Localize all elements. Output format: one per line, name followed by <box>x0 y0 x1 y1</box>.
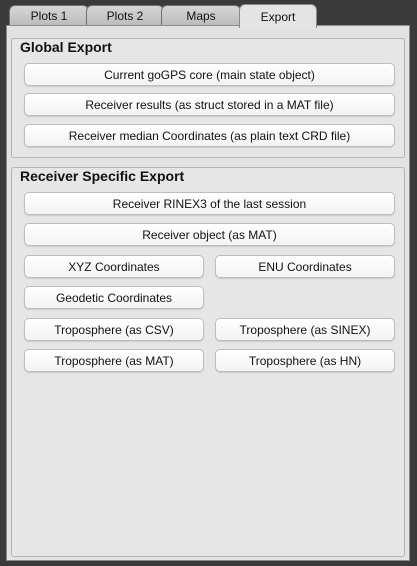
export-rinex3-button[interactable]: Receiver RINEX3 of the last session <box>24 192 395 215</box>
export-enu-button[interactable]: ENU Coordinates <box>215 255 395 278</box>
export-panel: Global Export Current goGPS core (main s… <box>6 25 410 561</box>
export-xyz-button[interactable]: XYZ Coordinates <box>24 255 204 278</box>
export-median-coordinates-button[interactable]: Receiver median Coordinates (as plain te… <box>24 124 395 147</box>
export-tropo-sinex-button[interactable]: Troposphere (as SINEX) <box>215 318 395 341</box>
export-gogps-core-button[interactable]: Current goGPS core (main state object) <box>24 63 395 86</box>
receiver-export-group: Receiver Specific Export Receiver RINEX3… <box>11 167 405 557</box>
global-export-title: Global Export <box>20 39 112 55</box>
tab-plots-2[interactable]: Plots 2 <box>86 5 164 25</box>
export-receiver-results-button[interactable]: Receiver results (as struct stored in a … <box>24 93 395 116</box>
export-tropo-hn-button[interactable]: Troposphere (as HN) <box>215 349 395 372</box>
tab-maps[interactable]: Maps <box>161 5 241 25</box>
tab-bar: Plots 1 Plots 2 Maps Export <box>0 0 417 28</box>
global-export-group: Global Export Current goGPS core (main s… <box>11 38 405 158</box>
export-receiver-object-button[interactable]: Receiver object (as MAT) <box>24 223 395 246</box>
receiver-export-title: Receiver Specific Export <box>20 168 185 184</box>
export-geodetic-button[interactable]: Geodetic Coordinates <box>24 286 204 309</box>
tab-plots-1[interactable]: Plots 1 <box>9 5 89 25</box>
export-tropo-mat-button[interactable]: Troposphere (as MAT) <box>24 349 204 372</box>
export-tropo-csv-button[interactable]: Troposphere (as CSV) <box>24 318 204 341</box>
tab-export[interactable]: Export <box>239 4 317 28</box>
